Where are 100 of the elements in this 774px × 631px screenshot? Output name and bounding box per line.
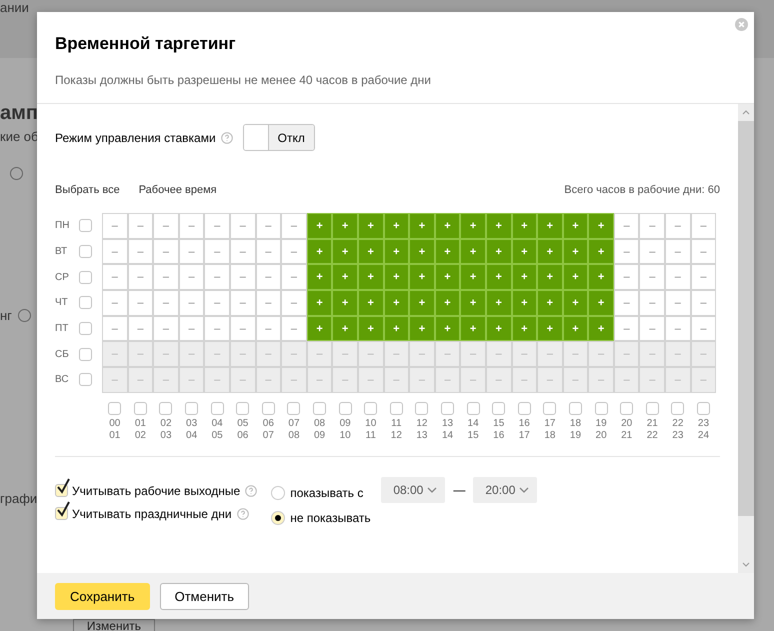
hour-cell[interactable]: –	[665, 341, 691, 368]
cancel-button[interactable]: Отменить	[160, 582, 250, 610]
hour-cell[interactable]: +	[486, 213, 512, 239]
hour-cell[interactable]: +	[306, 213, 332, 239]
hour-cell[interactable]: –	[460, 367, 486, 393]
hour-cell[interactable]: +	[409, 316, 435, 342]
day-checkbox[interactable]	[79, 219, 92, 232]
hour-cell[interactable]: +	[306, 264, 332, 290]
hour-cell[interactable]: –	[178, 367, 204, 393]
hour-cell[interactable]: –	[690, 290, 716, 316]
hour-cell[interactable]: +	[358, 264, 384, 290]
hour-cell[interactable]: +	[358, 316, 384, 342]
hour-cell[interactable]: –	[639, 290, 666, 316]
hour-cell[interactable]: –	[178, 290, 204, 316]
hour-cell[interactable]: +	[537, 213, 563, 239]
hour-cell[interactable]: –	[384, 367, 410, 393]
hour-cell[interactable]: –	[690, 213, 716, 239]
hour-cell[interactable]: –	[281, 341, 307, 368]
hour-cell[interactable]: –	[588, 341, 614, 368]
hour-checkbox[interactable]	[646, 402, 659, 415]
hour-cell[interactable]: –	[204, 290, 230, 316]
hour-cell[interactable]: –	[256, 316, 282, 342]
hour-cell[interactable]: +	[384, 290, 410, 316]
hour-cell[interactable]: –	[690, 238, 716, 264]
hour-cell[interactable]: +	[562, 238, 588, 264]
hour-cell[interactable]: –	[204, 213, 230, 239]
hour-cell[interactable]: –	[434, 341, 460, 368]
hour-cell[interactable]: –	[153, 264, 179, 290]
hour-checkbox[interactable]	[210, 402, 224, 415]
scroll-up-icon[interactable]	[742, 110, 750, 115]
hour-cell[interactable]: –	[230, 213, 256, 239]
hour-cell[interactable]: +	[332, 213, 358, 239]
scroll-down-icon[interactable]	[742, 562, 750, 567]
hour-cell[interactable]: –	[281, 316, 307, 342]
hour-cell[interactable]: –	[281, 238, 307, 264]
hour-cell[interactable]: +	[486, 264, 512, 290]
hour-cell[interactable]: –	[306, 367, 332, 393]
hour-cell[interactable]: +	[434, 264, 460, 290]
hour-cell[interactable]: +	[409, 290, 435, 316]
hour-cell[interactable]: –	[102, 341, 128, 368]
hour-cell[interactable]: –	[281, 290, 307, 316]
hour-cell[interactable]: –	[128, 238, 154, 264]
hour-cell[interactable]: –	[512, 367, 538, 393]
hour-cell[interactable]: +	[434, 290, 460, 316]
hour-cell[interactable]: –	[512, 341, 538, 368]
hour-cell[interactable]: –	[562, 341, 588, 368]
hour-cell[interactable]: –	[128, 213, 154, 239]
hour-cell[interactable]: +	[306, 316, 332, 342]
hour-cell[interactable]: –	[204, 264, 230, 290]
hour-cell[interactable]: –	[562, 367, 588, 393]
hour-cell[interactable]: –	[690, 316, 716, 342]
hour-cell[interactable]: –	[102, 316, 128, 342]
hour-cell[interactable]: +	[460, 316, 486, 342]
hour-cell[interactable]: +	[486, 238, 512, 264]
hour-cell[interactable]: –	[204, 238, 230, 264]
hour-cell[interactable]: –	[537, 341, 563, 368]
hour-cell[interactable]: +	[512, 316, 538, 342]
hour-cell[interactable]: +	[332, 290, 358, 316]
time-select[interactable]: 08:00	[381, 476, 446, 503]
hour-cell[interactable]: –	[332, 367, 358, 393]
hour-cell[interactable]: –	[281, 367, 307, 393]
day-checkbox[interactable]	[79, 270, 92, 284]
hour-cell[interactable]: +	[512, 264, 538, 290]
hour-cell[interactable]: +	[332, 264, 358, 290]
hour-cell[interactable]: –	[204, 316, 230, 342]
hour-cell[interactable]: +	[384, 238, 410, 264]
hour-cell[interactable]: –	[102, 264, 128, 290]
hour-checkbox[interactable]	[620, 402, 634, 415]
hour-checkbox[interactable]	[185, 402, 198, 415]
hour-cell[interactable]: +	[460, 213, 486, 239]
hour-cell[interactable]: –	[690, 341, 716, 368]
hour-cell[interactable]: +	[409, 264, 435, 290]
day-checkbox[interactable]	[79, 322, 92, 336]
hour-cell[interactable]: –	[230, 316, 256, 342]
hour-cell[interactable]: –	[358, 341, 384, 368]
hour-cell[interactable]: +	[588, 264, 614, 290]
hour-cell[interactable]: +	[434, 213, 460, 239]
hour-cell[interactable]: –	[128, 264, 154, 290]
hour-cell[interactable]: +	[409, 238, 435, 264]
hour-cell[interactable]: –	[614, 264, 640, 290]
hour-cell[interactable]: +	[537, 290, 563, 316]
hour-cell[interactable]: +	[588, 290, 614, 316]
hour-checkbox[interactable]	[108, 402, 122, 415]
hour-cell[interactable]: +	[384, 264, 410, 290]
hour-cell[interactable]: –	[281, 264, 307, 290]
hour-cell[interactable]: +	[332, 238, 358, 264]
hour-cell[interactable]: –	[102, 367, 128, 393]
hour-cell[interactable]: –	[204, 341, 230, 368]
hour-cell[interactable]: +	[486, 316, 512, 342]
hour-checkbox[interactable]	[441, 402, 454, 415]
hour-cell[interactable]: –	[178, 316, 204, 342]
radio-button[interactable]	[271, 510, 286, 525]
hour-checkbox[interactable]	[671, 402, 684, 415]
hour-checkbox[interactable]	[236, 402, 250, 415]
hour-cell[interactable]: –	[153, 316, 179, 342]
hour-cell[interactable]: –	[690, 264, 716, 290]
hour-checkbox[interactable]	[364, 402, 378, 415]
hour-cell[interactable]: –	[256, 367, 282, 393]
link[interactable]: Выбрать все	[55, 184, 120, 196]
hour-cell[interactable]: –	[639, 367, 666, 393]
